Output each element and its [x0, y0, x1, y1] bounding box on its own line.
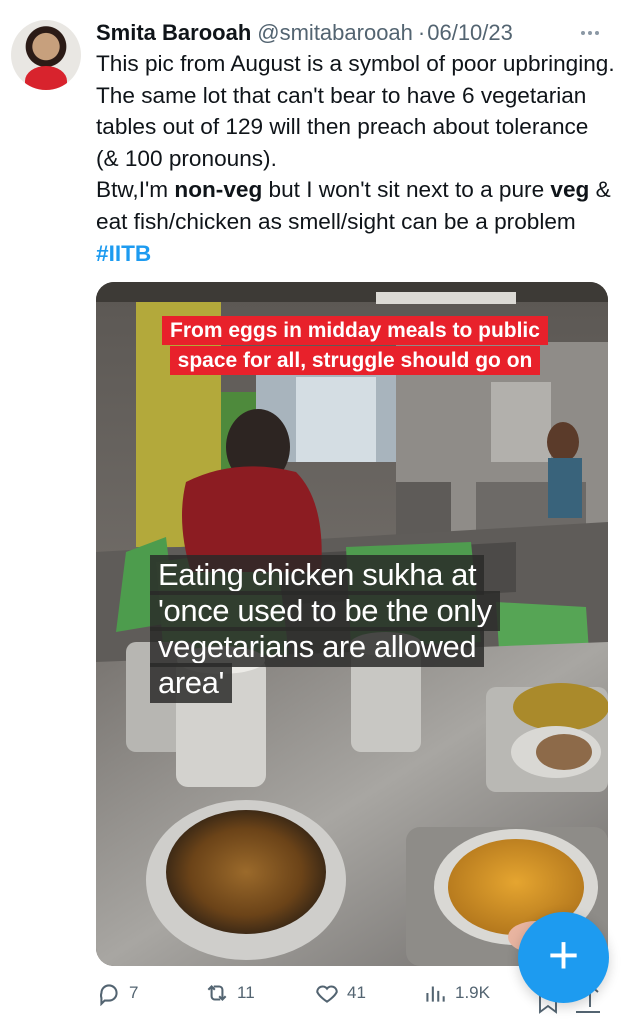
compose-button[interactable]: +: [518, 912, 609, 1003]
reply-icon: [99, 984, 118, 1006]
repost-icon: [207, 985, 227, 1001]
hashtag-link[interactable]: #IITB: [96, 241, 151, 266]
tweet-bold-veg: veg: [550, 177, 590, 203]
compose-plus-icon: +: [547, 925, 580, 985]
profile-avatar[interactable]: [11, 20, 81, 90]
views-button[interactable]: 1.9K: [422, 974, 490, 1012]
separator-dot: ·: [417, 20, 426, 45]
like-button[interactable]: 41: [314, 974, 366, 1012]
tweet-bold-nonveg: non-veg: [174, 177, 263, 203]
tweet-date[interactable]: 06/10/23: [427, 20, 513, 46]
repost-button[interactable]: 11: [204, 974, 255, 1012]
tweet-photo[interactable]: From eggs in midday meals to public spac…: [96, 282, 608, 966]
reply-count: 7: [129, 983, 139, 1002]
views-icon: [426, 986, 445, 1002]
red-caption-text: From eggs in midday meals to public spac…: [162, 316, 548, 375]
user-handle[interactable]: @smitabarooah: [257, 20, 413, 46]
heart-icon: [316, 985, 338, 1003]
dark-caption-text: Eating chicken sukha at 'once used to be…: [150, 555, 500, 703]
tweet-text-part2: but I won't sit next to a pure: [262, 177, 551, 203]
tweet-header: Smita Barooah @smitabarooah · 06/10/23: [96, 16, 611, 50]
display-name[interactable]: Smita Barooah: [96, 20, 251, 46]
dark-caption-overlay: Eating chicken sukha at 'once used to be…: [150, 555, 506, 703]
more-horizontal-icon[interactable]: [575, 18, 605, 48]
like-count: 41: [347, 983, 366, 1002]
repost-count: 11: [237, 983, 255, 1002]
tweet-text: This pic from August is a symbol of poor…: [96, 48, 616, 269]
views-count: 1.9K: [455, 983, 490, 1002]
reply-button[interactable]: 7: [96, 974, 138, 1012]
red-caption-overlay: From eggs in midday meals to public spac…: [146, 316, 564, 386]
